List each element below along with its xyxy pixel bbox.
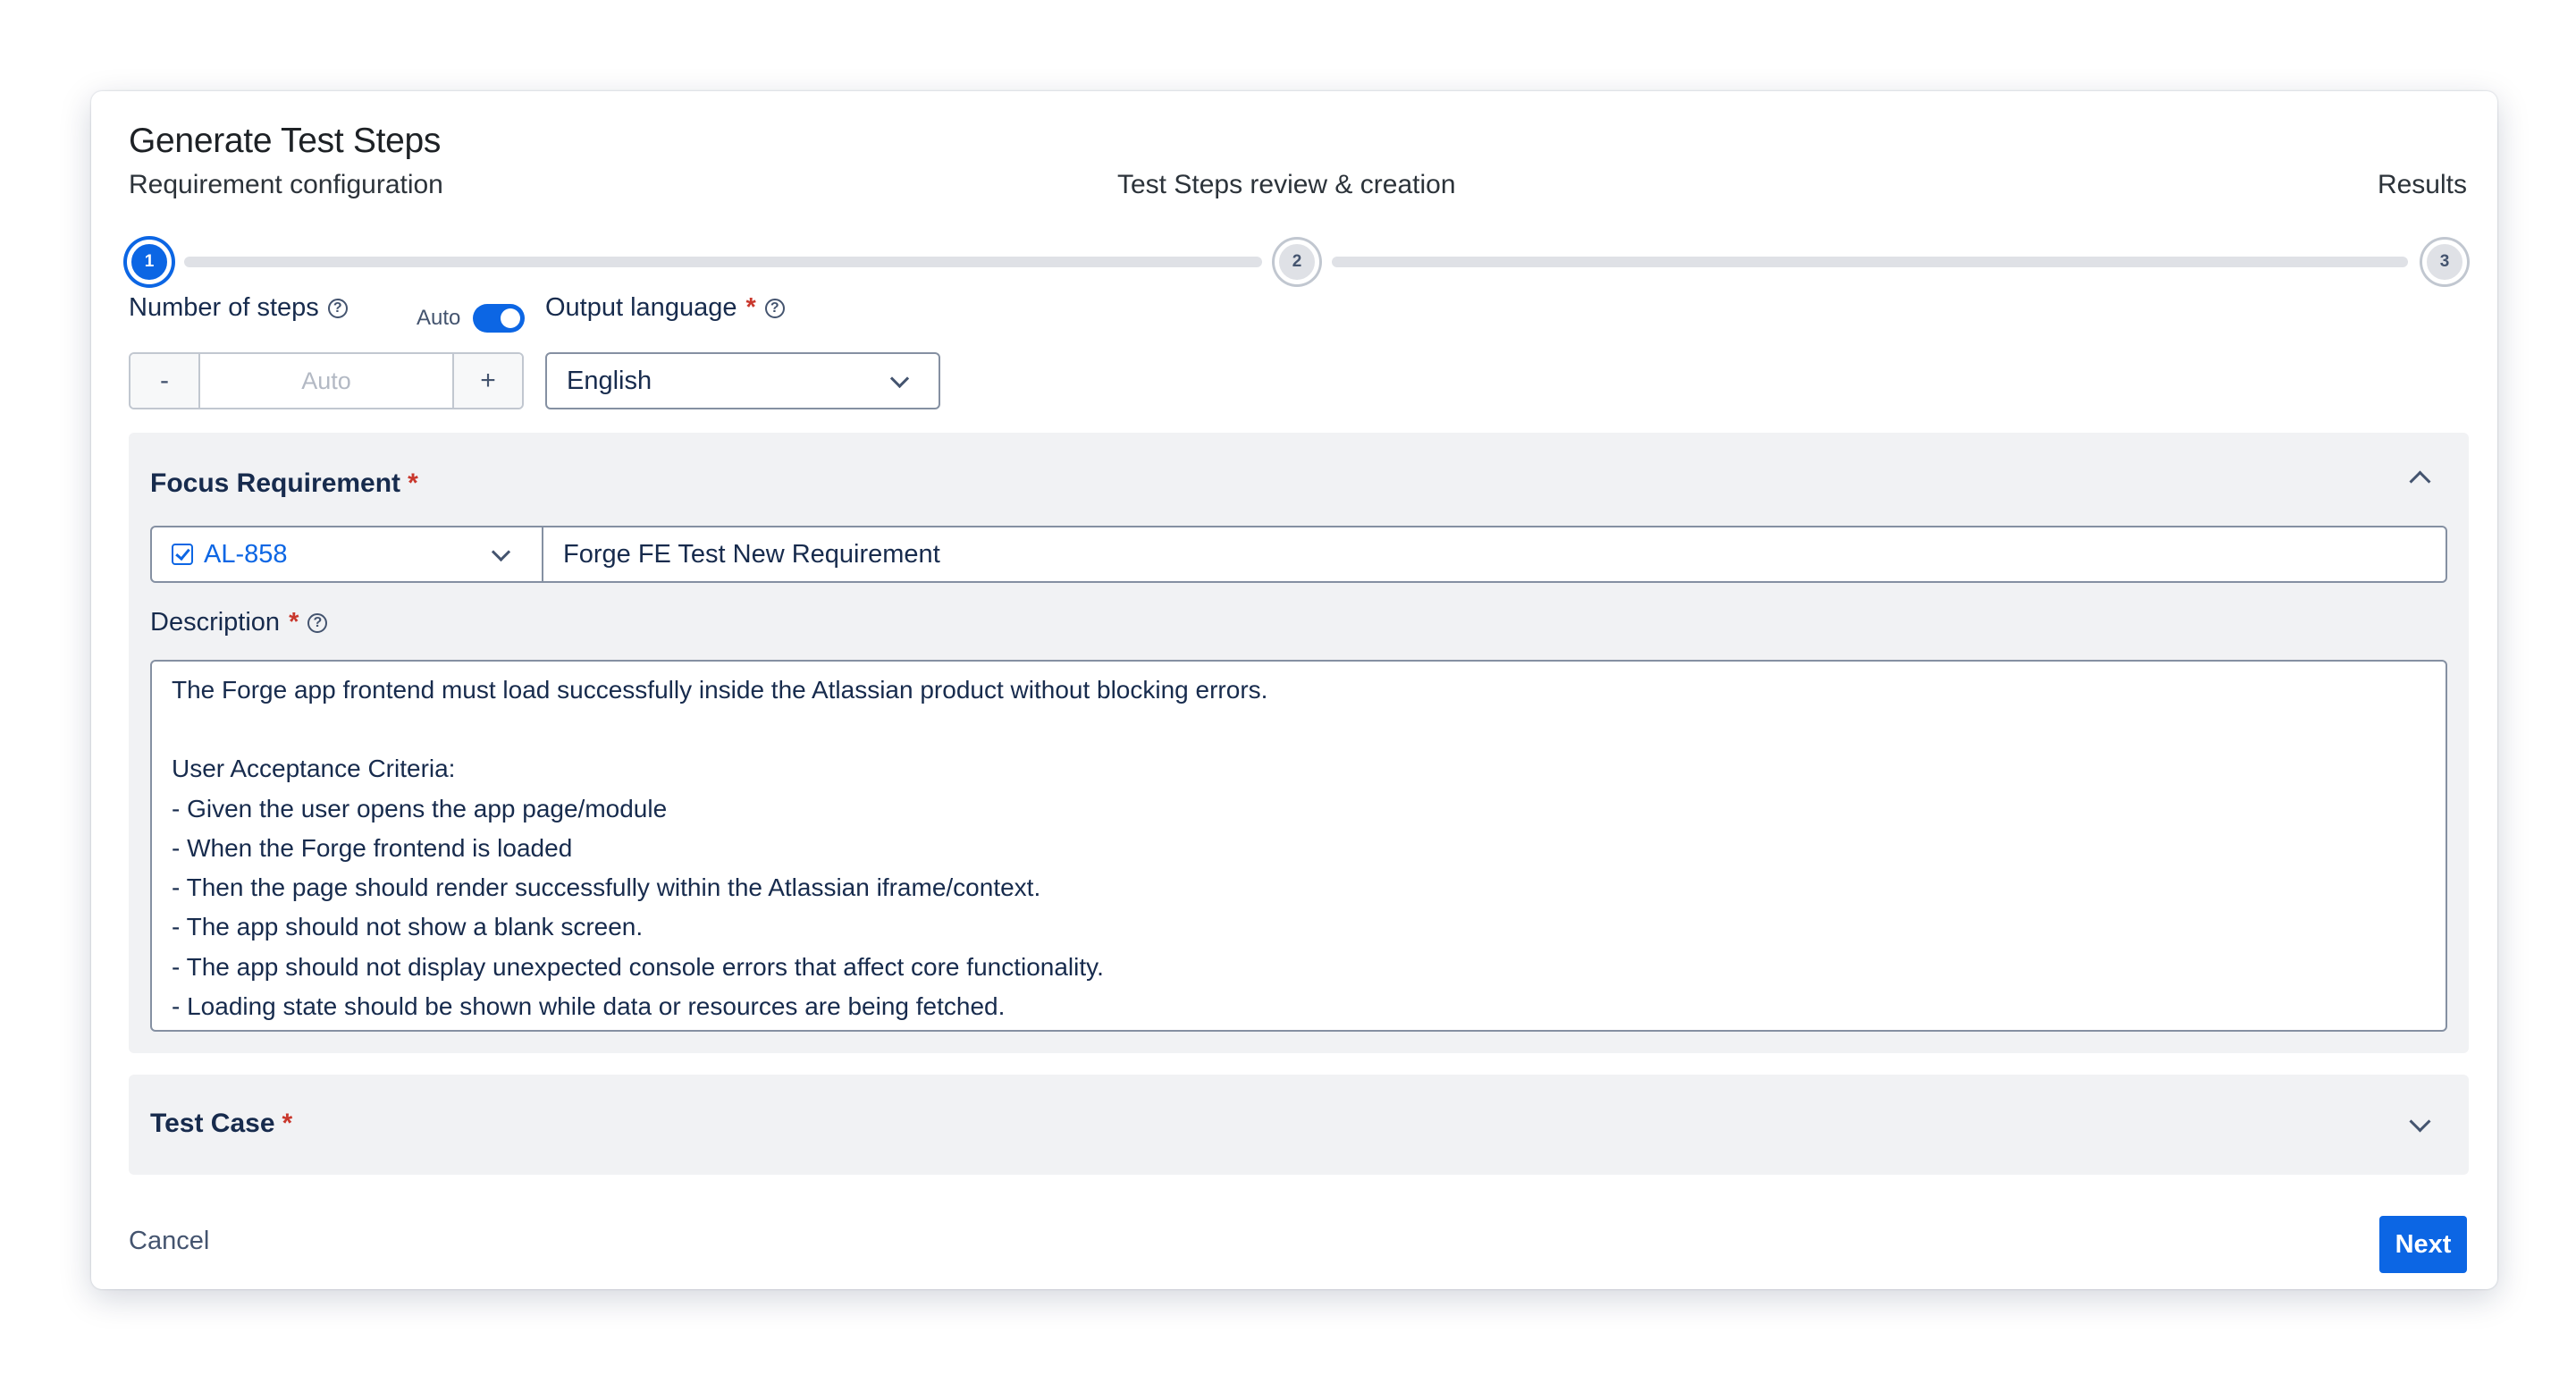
progress-track-2 <box>1332 257 2408 267</box>
auto-toggle[interactable] <box>473 304 526 333</box>
help-icon[interactable]: ? <box>307 612 328 633</box>
description-textarea[interactable]: The Forge app frontend must load success… <box>150 660 2447 1032</box>
step-label-requirement-configuration: Requirement configuration <box>129 170 443 199</box>
checkbox-task-icon <box>172 544 193 565</box>
step-label-test-steps-review: Test Steps review & creation <box>1117 170 1456 199</box>
next-button[interactable]: Next <box>2379 1216 2467 1273</box>
number-of-steps-input[interactable]: Auto <box>200 354 452 408</box>
generate-test-steps-modal: Generate Test Steps Requirement configur… <box>91 91 2497 1289</box>
test-case-header[interactable]: Test Case * <box>150 1109 292 1139</box>
description-label: Description * ? <box>150 608 328 637</box>
chevron-down-icon[interactable] <box>2409 1110 2431 1133</box>
number-of-steps-label: Number of steps ? <box>129 293 348 323</box>
step-indicator-3: 3 <box>2422 240 2467 284</box>
description-line: The Forge app frontend must load success… <box>172 676 1268 704</box>
required-marker: * <box>289 608 299 637</box>
step-indicator-1: 1 <box>127 240 172 284</box>
issue-key: AL-858 <box>204 539 288 569</box>
focus-requirement-panel: Focus Requirement * AL-858 Forge FE Test… <box>129 433 2469 1053</box>
test-case-panel[interactable]: Test Case * <box>129 1075 2469 1175</box>
description-line: - The app should not show a blank screen… <box>172 913 644 941</box>
focus-requirement-header[interactable]: Focus Requirement * <box>150 468 418 499</box>
help-icon[interactable]: ? <box>327 298 348 318</box>
required-marker: * <box>282 1109 293 1138</box>
chevron-up-icon[interactable] <box>2409 470 2431 493</box>
auto-toggle-group: Auto <box>417 304 526 333</box>
help-icon[interactable]: ? <box>764 298 785 318</box>
chevron-down-icon <box>889 368 910 389</box>
decrement-button[interactable]: - <box>130 354 200 408</box>
output-language-select[interactable]: English <box>545 352 940 409</box>
auto-toggle-label: Auto <box>417 306 461 330</box>
increment-button[interactable]: + <box>452 354 522 408</box>
description-line: - The app should not display unexpected … <box>172 952 1104 981</box>
issue-summary-field[interactable]: Forge FE Test New Requirement <box>543 526 2447 583</box>
step-label-results: Results <box>2377 170 2467 199</box>
description-line: - Loading state should be shown while da… <box>172 992 1006 1021</box>
modal-title: Generate Test Steps <box>129 122 442 160</box>
required-marker: * <box>408 468 418 498</box>
description-line <box>172 710 2426 749</box>
required-marker: * <box>745 293 756 322</box>
requirement-issue-select[interactable]: AL-858 <box>150 526 543 583</box>
cancel-button[interactable]: Cancel <box>129 1227 209 1256</box>
description-line: - When the Forge frontend is loaded <box>172 833 573 862</box>
requirement-picker-row: AL-858 Forge FE Test New Requirement <box>150 526 2447 583</box>
description-line: - Given the user opens the app page/modu… <box>172 794 668 822</box>
output-language-value: English <box>567 366 652 395</box>
progress-track-1 <box>184 257 1262 267</box>
description-line: User Acceptance Criteria: <box>172 755 456 783</box>
chevron-down-icon <box>491 542 511 562</box>
output-language-label: Output language * ? <box>545 293 785 323</box>
step-indicator-2: 2 <box>1275 240 1319 284</box>
number-of-steps-stepper: - Auto + <box>129 352 524 409</box>
description-line: - Then the page should render successful… <box>172 873 1041 902</box>
